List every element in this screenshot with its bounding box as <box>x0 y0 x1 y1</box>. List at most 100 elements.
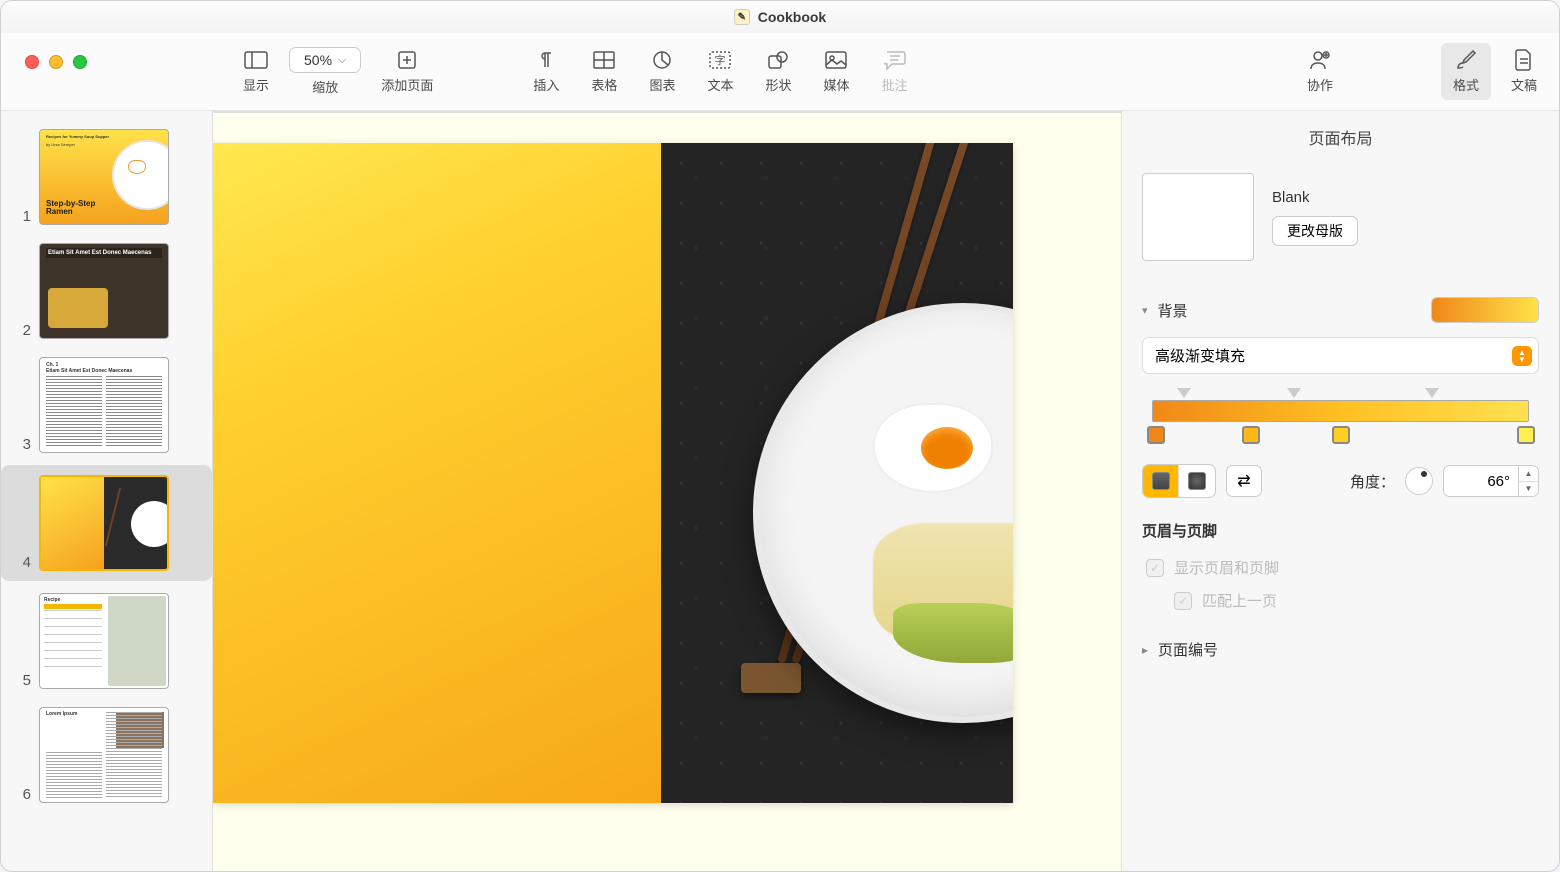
master-thumbnail <box>1142 173 1254 261</box>
zoom-label: 缩放 <box>312 77 338 96</box>
radial-gradient-option[interactable] <box>1179 465 1215 497</box>
maximize-window-button[interactable] <box>73 55 87 69</box>
gradient-editor[interactable] <box>1142 388 1539 450</box>
page-gradient-half <box>213 143 661 803</box>
header-footer-title: 页眉与页脚 <box>1142 498 1539 551</box>
page-number: 3 <box>11 436 31 453</box>
gradient-midpoint-handle[interactable] <box>1425 388 1439 398</box>
page-number: 5 <box>11 672 31 689</box>
flip-gradient-button[interactable]: ⇄ <box>1226 465 1262 497</box>
page-thumbnail-3[interactable]: Ch. 1Etiam Sit Amet Est Donec Maecenas <box>39 357 169 453</box>
comment-button[interactable]: 批注 <box>870 43 920 100</box>
fill-type-value: 高级渐变填充 <box>1155 345 1245 366</box>
match-previous-checkbox[interactable]: ✓ 匹配上一页 <box>1142 584 1539 617</box>
document-button[interactable]: 文稿 <box>1499 43 1549 100</box>
angle-stepper[interactable]: ▲ ▼ <box>1519 465 1539 497</box>
gradient-midpoint-handle[interactable] <box>1287 388 1301 398</box>
gradient-color-stop[interactable] <box>1242 426 1260 444</box>
view-button[interactable]: 显示 <box>231 43 281 100</box>
sidebar-icon <box>243 49 269 71</box>
thumbnail-row[interactable]: 6 Lorem Ipsum <box>1 701 212 809</box>
chevron-down-icon: ▾ <box>1142 304 1148 317</box>
page-number: 2 <box>11 322 31 339</box>
thumbnail-row[interactable]: 2 Etiam Sit Amet Est Donec Maecenas <box>1 237 212 345</box>
page-number: 4 <box>11 554 31 571</box>
window-controls <box>25 55 87 69</box>
background-section-header[interactable]: ▾ 背景 <box>1142 289 1539 331</box>
add-page-button[interactable]: 添加页面 <box>369 43 445 100</box>
piechart-icon <box>649 49 675 71</box>
stepper-down-icon[interactable]: ▼ <box>1519 482 1538 497</box>
gradient-color-stop[interactable] <box>1517 426 1535 444</box>
media-button[interactable]: 媒体 <box>811 43 861 100</box>
collab-button[interactable]: 协作 <box>1295 43 1345 100</box>
document-label: 文稿 <box>1511 75 1537 94</box>
person-plus-icon <box>1307 49 1333 71</box>
table-button[interactable]: 表格 <box>579 43 629 100</box>
insert-label: 插入 <box>533 75 559 94</box>
select-caret-icon: ▲▼ <box>1512 346 1532 366</box>
add-page-label: 添加页面 <box>381 75 433 94</box>
angle-label: 角度： <box>1350 471 1395 492</box>
gradient-midpoint-handle[interactable] <box>1177 388 1191 398</box>
checkbox-label: 匹配上一页 <box>1202 590 1277 611</box>
thumbnail-row[interactable]: 3 Ch. 1Etiam Sit Amet Est Donec Maecenas <box>1 351 212 459</box>
toolbar: 显示 50% ⌵ 缩放 添加页面 插入 表格 <box>1 33 1559 111</box>
checkbox-icon: ✓ <box>1174 592 1192 610</box>
comment-icon <box>882 49 908 71</box>
angle-dial[interactable] <box>1405 467 1433 495</box>
page-thumbnail-4[interactable] <box>39 475 169 571</box>
pilcrow-icon <box>533 49 559 71</box>
page-number-section-header[interactable]: ▸ 页面编号 <box>1142 617 1539 666</box>
chevron-right-icon: ▸ <box>1142 643 1148 657</box>
page-thumbnail-5[interactable]: Recipe <box>39 593 169 689</box>
table-label: 表格 <box>591 75 617 94</box>
page-image-half <box>661 143 1013 803</box>
plus-page-icon <box>394 49 420 71</box>
chart-button[interactable]: 图表 <box>637 43 687 100</box>
chevron-down-icon: ⌵ <box>338 54 346 67</box>
brush-icon <box>1453 49 1479 71</box>
text-button[interactable]: 字 文本 <box>695 43 745 100</box>
show-header-footer-checkbox[interactable]: ✓ 显示页眉和页脚 <box>1142 551 1539 584</box>
fill-type-select[interactable]: 高级渐变填充 ▲▼ <box>1142 337 1539 374</box>
thumbnail-row[interactable]: 5 Recipe <box>1 587 212 695</box>
stepper-up-icon[interactable]: ▲ <box>1519 466 1538 482</box>
format-inspector: 页面布局 Blank 更改母版 ▾ 背景 <box>1121 111 1559 871</box>
minimize-window-button[interactable] <box>49 55 63 69</box>
background-label: 背景 <box>1158 300 1188 321</box>
gradient-swatch[interactable] <box>1431 297 1539 323</box>
close-window-button[interactable] <box>25 55 39 69</box>
page-thumbnail-1[interactable]: Recipes for Yummy Soup Supper by Ursa Se… <box>39 129 169 225</box>
document-icon: ✎ <box>734 9 750 25</box>
format-button[interactable]: 格式 <box>1441 43 1491 100</box>
canvas-area[interactable] <box>213 111 1121 871</box>
gradient-type-toggle[interactable] <box>1142 464 1216 498</box>
media-label: 媒体 <box>823 75 849 94</box>
page-thumbnail-2[interactable]: Etiam Sit Amet Est Donec Maecenas <box>39 243 169 339</box>
zoom-value: 50% <box>304 52 332 68</box>
master-name: Blank <box>1272 189 1358 206</box>
format-label: 格式 <box>1453 75 1479 94</box>
thumbnail-row[interactable]: 4 <box>1 465 212 581</box>
change-master-button[interactable]: 更改母版 <box>1272 216 1358 246</box>
textbox-icon: 字 <box>707 49 733 71</box>
page-number-label: 页面编号 <box>1158 639 1218 660</box>
titlebar: ✎ Cookbook <box>1 1 1559 33</box>
angle-input[interactable]: 66° <box>1443 465 1519 497</box>
gradient-color-stop[interactable] <box>1147 426 1165 444</box>
page-number: 1 <box>11 208 31 225</box>
view-label: 显示 <box>243 75 269 94</box>
shape-button[interactable]: 形状 <box>753 43 803 100</box>
insert-button[interactable]: 插入 <box>521 43 571 100</box>
page-thumbnails-sidebar[interactable]: 1 Recipes for Yummy Soup Supper by Ursa … <box>1 111 213 871</box>
thumbnail-row[interactable]: 1 Recipes for Yummy Soup Supper by Ursa … <box>1 123 212 231</box>
gradient-bar[interactable] <box>1152 400 1529 422</box>
zoom-select[interactable]: 50% ⌵ <box>289 47 361 73</box>
linear-gradient-option[interactable] <box>1143 465 1179 497</box>
document-page[interactable] <box>213 143 1013 803</box>
window-title: Cookbook <box>758 9 826 25</box>
gradient-color-stop[interactable] <box>1332 426 1350 444</box>
svg-text:字: 字 <box>715 53 726 67</box>
page-thumbnail-6[interactable]: Lorem Ipsum <box>39 707 169 803</box>
